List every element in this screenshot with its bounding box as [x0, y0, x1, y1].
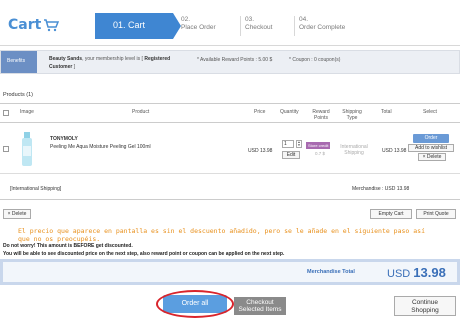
step-divider	[240, 16, 241, 36]
discount-note-detail: You will be able to see discounted price…	[3, 251, 285, 257]
merchandise-total-amount: USD 13.98	[387, 265, 446, 280]
empty-cart-button[interactable]: Empty Cart	[370, 209, 412, 219]
column-header: Reward Points	[312, 109, 330, 121]
shipping-summary-row: [International Shipping] Merchandise : U…	[0, 176, 460, 200]
highlight-circle	[156, 290, 234, 318]
column-header: Image	[20, 109, 34, 115]
checkout-selected-button[interactable]: Checkout Selected Items	[234, 297, 286, 315]
shopping-cart-icon	[44, 18, 60, 31]
membership-info: Beauty Sands, your membership level is […	[49, 56, 171, 70]
product-image[interactable]	[20, 132, 34, 168]
row-total: USD 13.98	[382, 148, 407, 154]
column-header: Price	[254, 109, 266, 115]
reward-points-info: * Available Reward Points : 5.00 $	[197, 57, 273, 63]
column-header: Total	[381, 109, 392, 115]
select-all-checkbox[interactable]	[3, 110, 9, 116]
step-checkout: 03. Checkout	[245, 16, 273, 31]
product-price: USD 13.98	[248, 148, 273, 154]
continue-shopping-button[interactable]: Continue Shopping	[394, 296, 456, 316]
print-quote-button[interactable]: Print Quote	[416, 209, 456, 219]
shipping-group-label: [International Shipping]	[10, 186, 62, 192]
product-name-link[interactable]: Peeling Me Aqua Moisture Peeling Gel 100…	[50, 144, 151, 150]
cart-logo-text: Cart	[8, 17, 42, 33]
delete-item-button[interactable]: × Delete	[418, 153, 446, 161]
benefits-label: Benefits	[1, 51, 37, 73]
step-order-complete: 04. Order Complete	[299, 16, 346, 31]
quantity-input[interactable]: 1	[282, 140, 294, 148]
coupon-info: * Coupon : 0 coupon(s)	[289, 57, 341, 63]
checkout-steps: 01. Cart 02. Place Order 03. Checkout 04…	[95, 13, 451, 39]
benefits-bar: Benefits Beauty Sands, your membership l…	[0, 50, 460, 74]
merchandise-subtotal: Merchandise : USD 13.98	[352, 186, 410, 192]
product-brand: TONYMOLY	[50, 136, 78, 142]
cart-logo: Cart	[8, 17, 60, 33]
column-header: Shipping Type	[342, 109, 362, 121]
merchandise-total-label: Merchandise Total	[307, 269, 355, 275]
step-cart: 01. Cart	[95, 13, 173, 39]
column-header: Select	[423, 109, 437, 115]
quantity-stepper[interactable]: ▲ ▼	[296, 140, 302, 148]
store-credit-badge: Store credit	[306, 142, 331, 149]
edit-quantity-button[interactable]: Edit	[282, 151, 300, 159]
shipping-type: International Shipping	[340, 144, 368, 156]
step-place-order: 02. Place Order	[181, 16, 216, 31]
add-to-wishlist-button[interactable]: Add to wishlist	[408, 144, 454, 152]
row-checkbox[interactable]	[3, 146, 9, 152]
products-title: Products (1)	[3, 92, 33, 98]
column-header: Quantity	[280, 109, 299, 115]
header: Cart 01. Cart 02. Place Order 03. Checko…	[0, 0, 460, 46]
discount-note: Do not worry! This amount is BEFORE get …	[3, 243, 133, 249]
order-button[interactable]: Order	[413, 134, 449, 143]
delete-selected-button[interactable]: × Delete	[3, 209, 31, 219]
merchandise-total-box: Merchandise Total USD 13.98	[0, 259, 460, 285]
column-header: Product	[132, 109, 150, 115]
table-header: Image Product Price Quantity Reward Poin…	[0, 103, 460, 123]
table-row: TONYMOLY Peeling Me Aqua Moisture Peelin…	[0, 124, 460, 174]
spanish-note: El precio que aparece en pantalla es sin…	[18, 227, 425, 243]
reward-points-value: 0.7 $	[315, 151, 326, 156]
step-divider	[294, 16, 295, 36]
